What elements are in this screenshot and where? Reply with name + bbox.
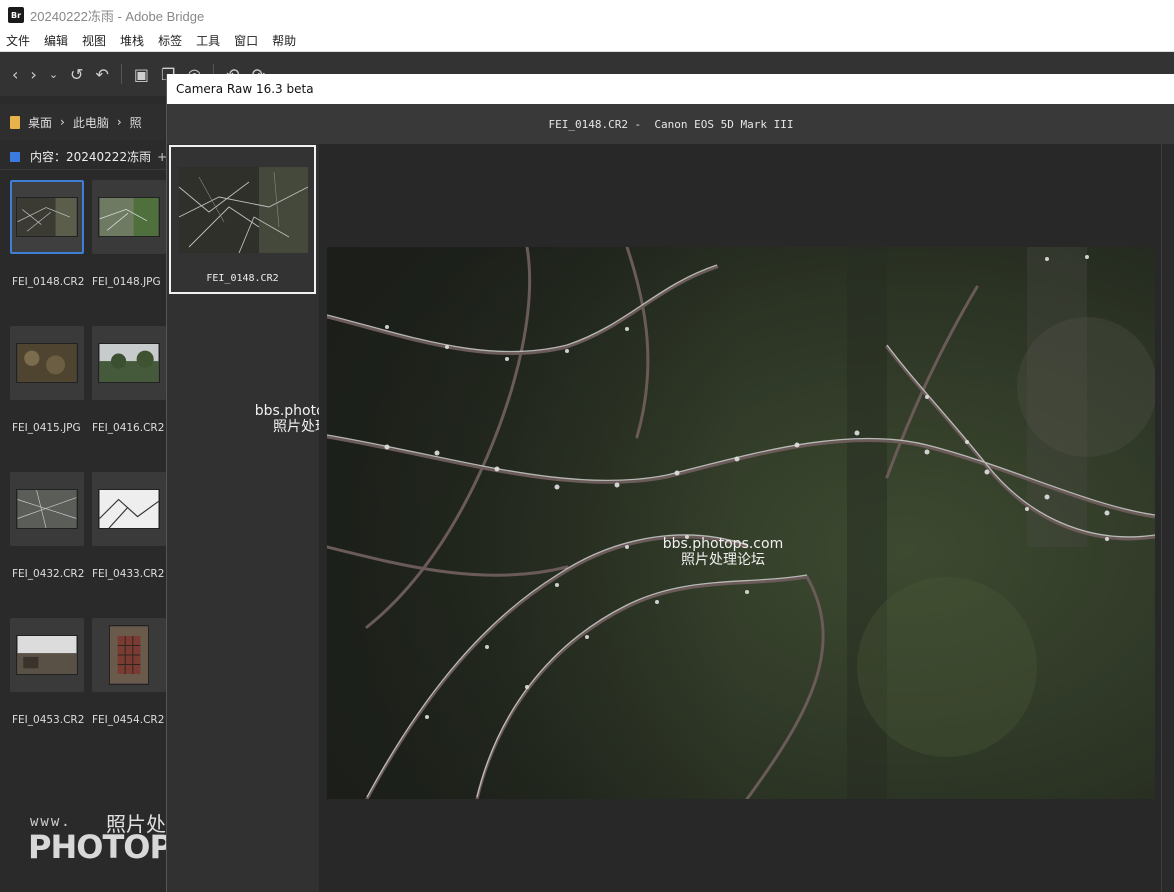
filmstrip-item-selected[interactable]: FEI_0148.CR2: [169, 145, 316, 294]
overlay-watermark-cn: 照片处理论坛: [681, 552, 765, 568]
bridge-titlebar: Br 20240222冻雨 - Adobe Bridge: [0, 0, 1174, 30]
thumbnail-label: FEI_0433.CR2: [92, 568, 165, 580]
thumbnail-cell[interactable]: [10, 472, 84, 546]
overlay-watermark-url: bbs.photops.com: [662, 536, 784, 552]
chevron-down-icon[interactable]: ⌄: [49, 68, 58, 81]
forward-icon[interactable]: ›: [30, 65, 36, 84]
thumbnail-label: FEI_0416.CR2: [92, 422, 165, 434]
boomerang-icon[interactable]: ↶: [95, 65, 108, 84]
camera-raw-window: Camera Raw 16.3 beta FEI_0148.CR2 - Cano…: [166, 74, 1174, 892]
thumbnail-label: FEI_0415.JPG: [12, 422, 81, 434]
thumbnail-cell[interactable]: [92, 618, 166, 692]
menu-help[interactable]: 帮助: [272, 32, 296, 49]
window-title: 20240222冻雨 - Adobe Bridge: [30, 8, 205, 24]
menu-tools[interactable]: 工具: [196, 32, 220, 49]
toolbar-divider: [120, 64, 122, 84]
filmstrip-item-label: FEI_0148.CR2: [206, 273, 279, 284]
camera-raw-file-header: FEI_0148.CR2 - Canon EOS 5D Mark III: [167, 104, 1174, 144]
thumbnail-image: [16, 343, 78, 383]
breadcrumb: 桌面 › 此电脑 › 照: [0, 104, 168, 140]
filmstrip-thumbnail-image: [179, 167, 308, 253]
thumbnail-image: [16, 197, 78, 237]
history-icon[interactable]: ↺: [70, 65, 83, 84]
thumbnail-cell[interactable]: [92, 472, 166, 546]
back-icon[interactable]: ‹: [12, 65, 18, 84]
overlay-watermark: bbs.photops.com 照片处理论坛: [653, 536, 793, 568]
thumbnail-image: [98, 489, 160, 529]
menu-edit[interactable]: 编辑: [44, 32, 68, 49]
thumbnail-cell[interactable]: [10, 180, 84, 254]
breadcrumb-this-pc[interactable]: 此电脑: [73, 114, 109, 131]
thumbnail-image: [16, 489, 78, 529]
thumbnail-grid: FEI_0148.CR2 FEI_0148.JPG FEI_0415.JPG F…: [0, 170, 168, 892]
thumbnail-cell[interactable]: [92, 180, 166, 254]
filmstrip: FEI_0148.CR2 bbs.photops.com 照片处理论坛: [167, 144, 375, 892]
thumbnail-image: [109, 625, 149, 685]
breadcrumb-photos[interactable]: 照: [130, 114, 142, 131]
thumbnail-cell[interactable]: [10, 326, 84, 400]
right-panel-edge: [1161, 144, 1174, 892]
camera-raw-title: Camera Raw 16.3 beta: [176, 82, 314, 96]
thumbnail-image: [98, 197, 160, 237]
content-title: 内容：20240222冻雨: [30, 150, 152, 164]
thumbnail-cell[interactable]: [92, 326, 166, 400]
bridge-logo-icon: Br: [8, 7, 24, 23]
image-preview-area[interactable]: bbs.photops.com 照片处理论坛: [319, 144, 1174, 892]
menu-window[interactable]: 窗口: [234, 32, 258, 49]
thumbnail-image: [98, 343, 160, 383]
thumbnail-label: FEI_0148.CR2: [12, 276, 85, 288]
camera-icon[interactable]: ▣: [134, 65, 149, 84]
thumbnail-cell[interactable]: [10, 618, 84, 692]
chevron-right-icon: ›: [116, 115, 122, 129]
main-photo: [327, 247, 1155, 799]
thumbnail-label: FEI_0453.CR2: [12, 714, 85, 726]
menu-view[interactable]: 视图: [82, 32, 106, 49]
menu-file[interactable]: 文件: [6, 32, 30, 49]
menu-label[interactable]: 标签: [158, 32, 182, 49]
panel-color-icon: [10, 151, 20, 162]
file-camera-info: FEI_0148.CR2 - Canon EOS 5D Mark III: [548, 117, 794, 131]
thumbnail-label: FEI_0148.JPG: [92, 276, 161, 288]
content-panel-header: 内容：20240222冻雨 +: [0, 144, 168, 170]
folder-icon: [10, 115, 20, 129]
thumbnail-image: [16, 635, 78, 675]
thumbnail-label: FEI_0432.CR2: [12, 568, 85, 580]
camera-raw-titlebar: Camera Raw 16.3 beta: [167, 74, 1174, 104]
chevron-right-icon: ›: [60, 115, 65, 129]
thumbnail-label: FEI_0454.CR2: [92, 714, 165, 726]
breadcrumb-desktop[interactable]: 桌面: [28, 114, 52, 131]
menu-stack[interactable]: 堆栈: [120, 32, 144, 49]
menu-bar: 文件 编辑 视图 堆栈 标签 工具 窗口 帮助: [0, 30, 1174, 52]
screen: Br 20240222冻雨 - Adobe Bridge 文件 编辑 视图 堆栈…: [0, 0, 1174, 892]
